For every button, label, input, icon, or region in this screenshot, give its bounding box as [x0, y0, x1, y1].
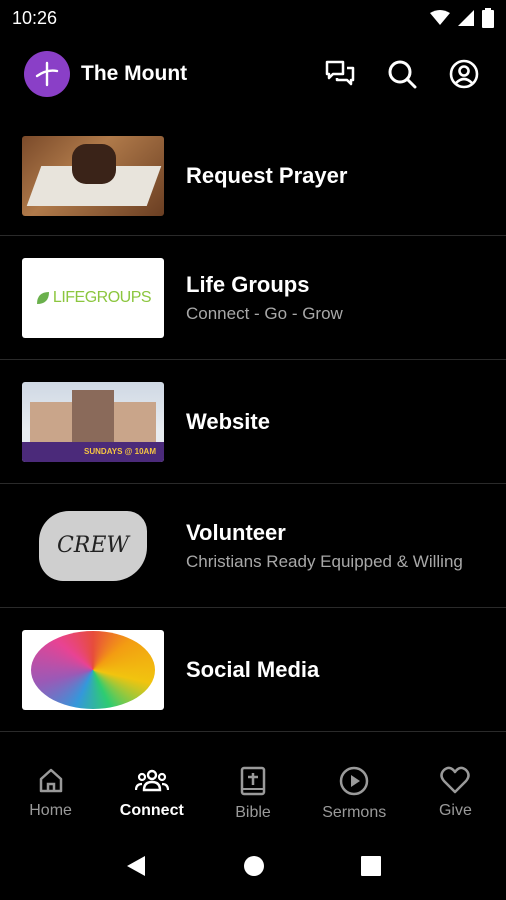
connect-list: Request Prayer LIFEGROUPS Life Groups Co…: [0, 116, 506, 732]
cross-logo-icon: [35, 61, 59, 87]
search-button[interactable]: [384, 56, 420, 92]
signal-icon: [458, 10, 474, 26]
church-logo: [24, 51, 70, 97]
list-item-title: Website: [186, 408, 270, 434]
website-thumbnail: SUNDAYS @ 10AM: [22, 381, 164, 462]
home-circle-icon[interactable]: [243, 855, 265, 877]
list-item-title: Request Prayer: [186, 162, 348, 188]
nav-connect[interactable]: Connect: [101, 752, 202, 842]
list-item-life-groups[interactable]: LIFEGROUPS Life Groups Connect - Go - Gr…: [0, 236, 506, 360]
status-icons: [430, 8, 494, 28]
list-item-subtitle: Connect - Go - Grow: [186, 303, 343, 323]
list-item-volunteer[interactable]: CREW Volunteer Christians Ready Equipped…: [0, 484, 506, 608]
nav-label: Bible: [235, 804, 271, 821]
wifi-icon: [430, 10, 450, 25]
home-icon: [39, 768, 62, 793]
list-item-website[interactable]: SUNDAYS @ 10AM Website: [0, 360, 506, 484]
list-item-title: Social Media: [186, 656, 320, 682]
nav-label: Connect: [119, 802, 184, 819]
search-icon: [388, 60, 417, 89]
prayer-thumbnail: [22, 135, 164, 216]
messages-button[interactable]: [322, 56, 358, 92]
nav-home[interactable]: Home: [0, 752, 101, 842]
people-icon: [134, 769, 169, 792]
website-thumb-text: SUNDAYS @ 10AM: [84, 447, 156, 456]
leaf-icon: [36, 291, 49, 304]
nav-sermons[interactable]: Sermons: [304, 752, 405, 842]
recents-icon[interactable]: [361, 856, 381, 876]
volunteer-thumb-text: CREW: [56, 533, 130, 558]
system-nav-bar: [0, 842, 506, 890]
account-button[interactable]: [446, 56, 482, 92]
app-title: The Mount: [81, 62, 188, 85]
back-icon[interactable]: [125, 854, 147, 878]
nav-label: Sermons: [322, 804, 387, 821]
list-item-request-prayer[interactable]: Request Prayer: [0, 116, 506, 236]
list-item-title: Volunteer: [186, 519, 286, 545]
status-bar: 10:26: [0, 0, 506, 36]
nav-label: Home: [29, 802, 72, 819]
heart-icon: [440, 766, 471, 794]
bible-icon: [240, 766, 266, 796]
status-time: 10:26: [12, 7, 58, 28]
life-groups-thumbnail: LIFEGROUPS: [22, 257, 164, 338]
nav-label: Give: [438, 802, 472, 819]
nav-give[interactable]: Give: [405, 752, 506, 842]
nav-bible[interactable]: Bible: [202, 752, 303, 842]
battery-icon: [482, 8, 494, 28]
list-item-subtitle: Christians Ready Equipped & Willing: [186, 551, 463, 571]
list-item-social-media[interactable]: Social Media: [0, 608, 506, 732]
list-item-title: Life Groups: [186, 271, 310, 297]
play-circle-icon: [339, 766, 369, 796]
social-media-thumbnail: [22, 629, 164, 710]
app-bar: The Mount: [0, 46, 506, 102]
bottom-nav: Home Connect Bible Sermons Give: [0, 752, 506, 842]
account-icon: [449, 59, 479, 89]
chat-icon: [325, 60, 355, 86]
life-groups-thumb-text: LIFEGROUPS: [52, 288, 152, 306]
volunteer-thumbnail: CREW: [22, 505, 164, 586]
